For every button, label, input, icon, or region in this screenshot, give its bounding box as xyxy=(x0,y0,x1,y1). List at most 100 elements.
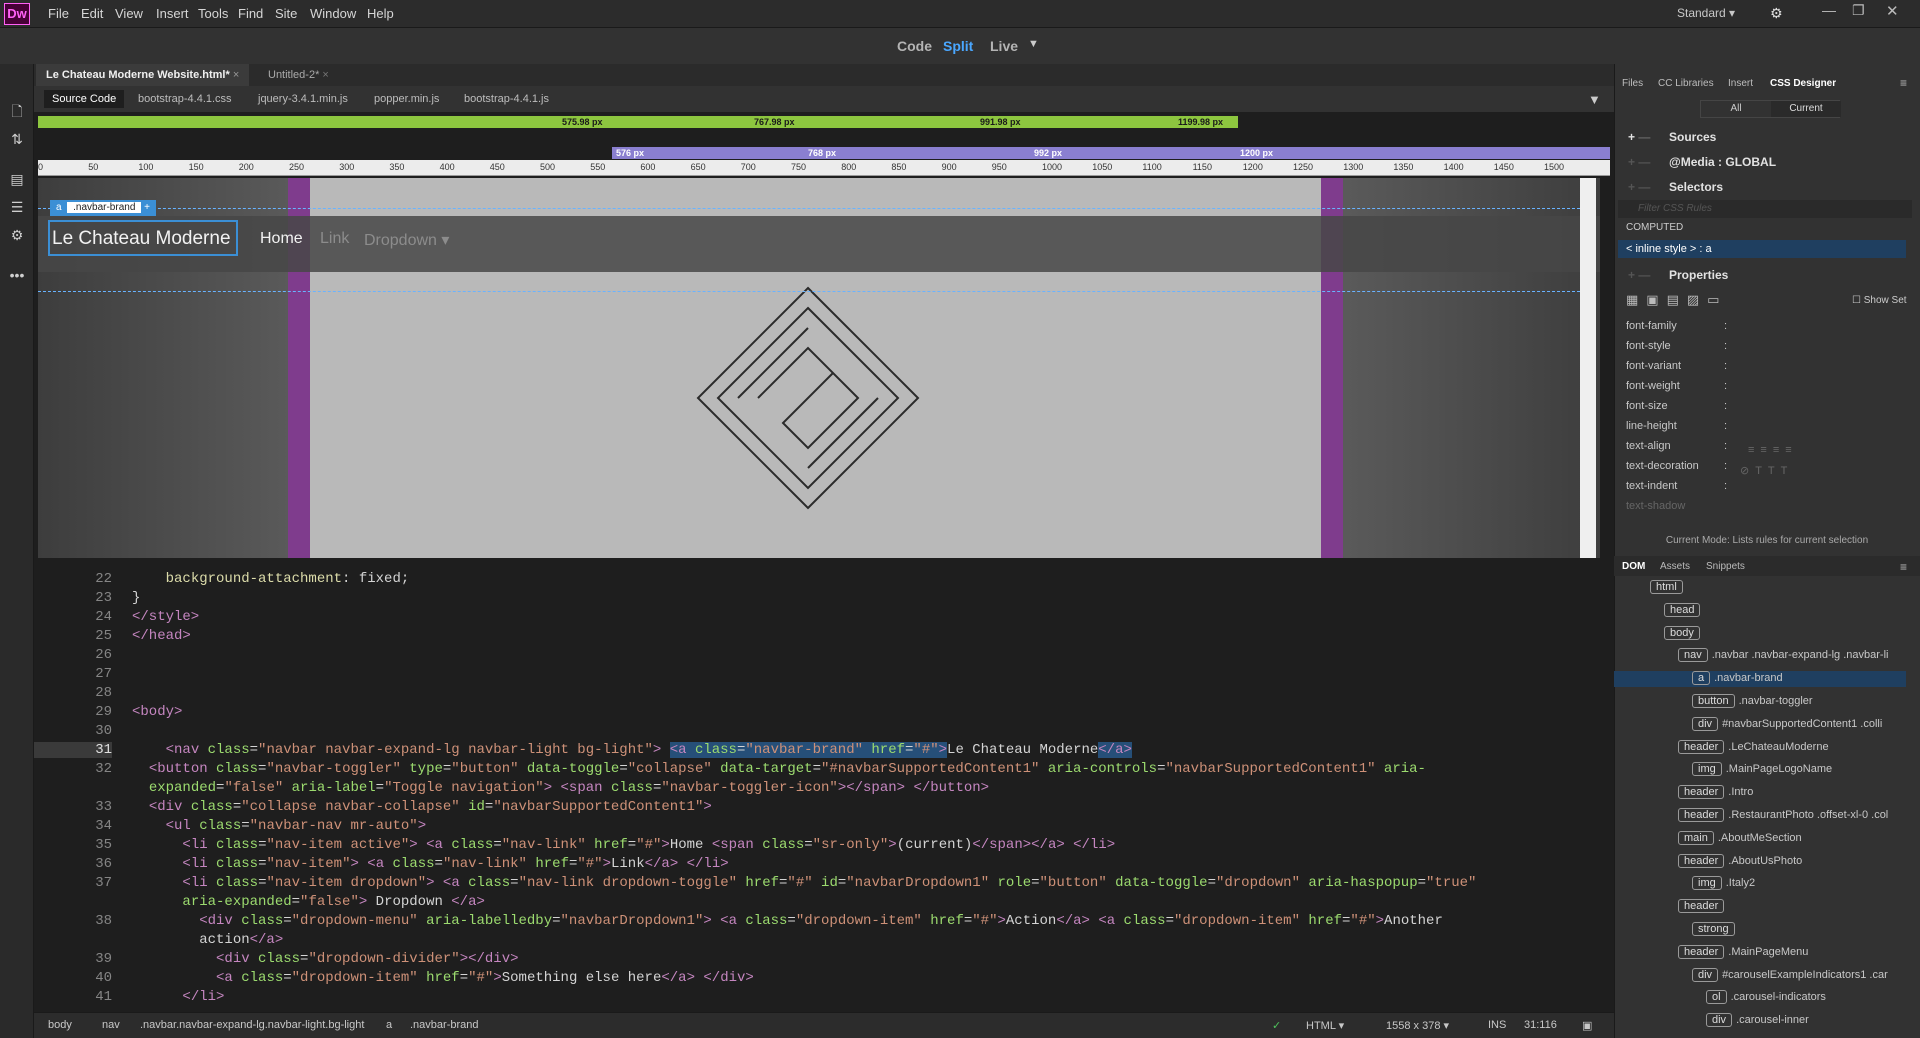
insert-mode[interactable]: INS xyxy=(1488,1019,1506,1031)
restore-icon[interactable]: ❐ xyxy=(1852,2,1865,19)
code-line[interactable]: <li class="nav-item dropdown"> <a class=… xyxy=(132,875,1476,891)
tab-files[interactable]: Files xyxy=(1622,78,1643,89)
tab-document-untitled[interactable]: Untitled-2* × xyxy=(258,64,339,86)
chevron-down-icon[interactable]: ▼ xyxy=(1028,38,1039,50)
media-query-bar-max[interactable] xyxy=(38,116,1238,128)
minimize-icon[interactable]: — xyxy=(1822,2,1836,18)
code-line[interactable]: background-attachment: fixed; xyxy=(132,571,410,587)
filter-icon[interactable]: ▼ xyxy=(1588,92,1601,107)
inspect-icon[interactable]: ▤ xyxy=(8,170,26,188)
gear-icon[interactable]: ⚙ xyxy=(1770,5,1783,22)
tab-snippets[interactable]: Snippets xyxy=(1706,561,1745,572)
dom-node-img[interactable]: img .Italy2 xyxy=(1692,876,1755,892)
property-font-family[interactable]: font-family xyxy=(1626,320,1677,332)
menu-insert[interactable]: Insert xyxy=(156,6,189,21)
dom-node-html[interactable]: html xyxy=(1650,580,1687,596)
code-line[interactable]: <nav class="navbar navbar-expand-lg navb… xyxy=(132,742,1132,758)
property-font-weight[interactable]: font-weight xyxy=(1626,380,1680,392)
code-line[interactable]: </style> xyxy=(132,609,199,625)
property-text-decoration[interactable]: text-decoration xyxy=(1626,460,1699,472)
code-line[interactable]: } xyxy=(132,590,140,606)
tab-assets[interactable]: Assets xyxy=(1660,561,1690,572)
split-view-button[interactable]: Split xyxy=(943,38,973,54)
tab-insert[interactable]: Insert xyxy=(1728,78,1753,89)
dom-node-ol[interactable]: ol .carousel-indicators xyxy=(1706,990,1826,1006)
property-text-shadow[interactable]: text-shadow xyxy=(1626,500,1685,512)
transfer-icon[interactable]: ⇅ xyxy=(8,130,26,148)
property-category-icons[interactable]: ▦▣▤▨▭ xyxy=(1626,292,1727,308)
preview-icon[interactable]: ▣ xyxy=(1582,1019,1592,1032)
property-font-size[interactable]: font-size xyxy=(1626,400,1668,412)
code-line[interactable]: </li> xyxy=(132,989,224,1005)
language-selector[interactable]: HTML ▾ xyxy=(1306,1019,1344,1032)
tab-dom[interactable]: DOM xyxy=(1622,561,1645,572)
tab-css-designer[interactable]: CSS Designer xyxy=(1770,78,1836,89)
dom-node-header[interactable]: header xyxy=(1678,899,1728,915)
selector-inline-style[interactable]: < inline style > : a xyxy=(1618,240,1906,258)
dom-node-header[interactable]: header .MainPageMenu xyxy=(1678,944,1808,961)
panel-menu-icon[interactable]: ≡ xyxy=(1900,76,1907,90)
related-file-bootstrap-css[interactable]: bootstrap-4.4.1.css xyxy=(130,90,240,108)
menu-help[interactable]: Help xyxy=(367,6,394,21)
code-line[interactable]: aria-expanded="false"> Dropdown </a> xyxy=(132,894,484,910)
menu-window[interactable]: Window xyxy=(310,6,356,21)
media-header[interactable]: @Media : GLOBAL xyxy=(1669,155,1776,169)
property-font-style[interactable]: font-style xyxy=(1626,340,1671,352)
dom-node-nav[interactable]: nav .navbar .navbar-expand-lg .navbar-li xyxy=(1678,648,1888,664)
dom-node-body[interactable]: body xyxy=(1664,625,1704,642)
menu-edit[interactable]: Edit xyxy=(81,6,103,21)
nav-link-link[interactable]: Link xyxy=(320,230,349,248)
related-file-popper[interactable]: popper.min.js xyxy=(366,90,447,108)
property-text-align[interactable]: text-align xyxy=(1626,440,1671,452)
nav-link-home[interactable]: Home xyxy=(260,230,303,248)
sources-header[interactable]: Sources xyxy=(1669,130,1716,144)
code-line[interactable]: <button class="navbar-toggler" type="but… xyxy=(132,761,1426,777)
more-icon[interactable]: ••• xyxy=(8,266,26,284)
code-line[interactable]: <div class="collapse navbar-collapse" id… xyxy=(132,799,712,815)
menu-view[interactable]: View xyxy=(115,6,143,21)
code-line[interactable]: <div class="dropdown-menu" aria-labelled… xyxy=(132,913,1443,929)
live-view[interactable]: a .navbar-brand + Le Chateau Moderne Hom… xyxy=(38,178,1600,558)
close-icon[interactable]: ✕ xyxy=(1886,2,1899,20)
dom-node-a[interactable]: a .navbar-brand xyxy=(1614,671,1906,688)
add-media-icon[interactable]: + — xyxy=(1628,155,1650,169)
workspace-switcher[interactable]: Standard ▾ xyxy=(1677,6,1735,20)
dom-node-button[interactable]: button .navbar-toggler xyxy=(1692,694,1813,710)
dom-menu-icon[interactable]: ≡ xyxy=(1900,560,1907,574)
text-align-icons[interactable]: ≡≡≡≡ xyxy=(1748,444,1798,456)
add-property-icon[interactable]: + — xyxy=(1628,268,1650,282)
nav-link-dropdown[interactable]: Dropdown ▾ xyxy=(364,230,449,250)
related-file-jquery[interactable]: jquery-3.4.1.min.js xyxy=(250,90,356,108)
property-line-height[interactable]: line-height xyxy=(1626,420,1677,432)
breadcrumb-item[interactable]: nav xyxy=(102,1019,120,1031)
code-line[interactable]: <div class="dropdown-divider"></div> xyxy=(132,951,518,967)
filter-css-input[interactable]: Filter CSS Rules xyxy=(1618,200,1912,218)
breadcrumb-item[interactable]: body xyxy=(48,1019,72,1031)
format-icon[interactable]: ☰ xyxy=(8,198,26,216)
tab-document-main[interactable]: Le Chateau Moderne Website.html* × xyxy=(36,64,250,86)
dom-node-header[interactable]: header .AboutUsPhoto xyxy=(1678,853,1802,870)
show-set-checkbox[interactable]: ☐ Show Set xyxy=(1852,295,1907,306)
file-icon[interactable]: 🗋 xyxy=(8,102,26,120)
text-decoration-icons[interactable]: ⊘TTT xyxy=(1740,464,1793,477)
code-line[interactable]: <li class="nav-item"> <a class="nav-link… xyxy=(132,856,728,872)
dom-node-header[interactable]: header .RestaurantPhoto .offset-xl-0 .col xyxy=(1678,808,1888,824)
code-line[interactable]: action</a> xyxy=(132,932,283,948)
add-selector-icon[interactable]: + — xyxy=(1628,180,1650,194)
all-button[interactable]: All xyxy=(1701,101,1771,117)
code-line[interactable]: <a class="dropdown-item" href="#">Someth… xyxy=(132,970,754,986)
menu-find[interactable]: Find xyxy=(238,6,263,21)
menu-site[interactable]: Site xyxy=(275,6,297,21)
related-file-source[interactable]: Source Code xyxy=(44,90,125,108)
dom-node-main[interactable]: main .AboutMeSection xyxy=(1678,830,1802,847)
current-button[interactable]: Current xyxy=(1771,101,1841,117)
tab-cc-libraries[interactable]: CC Libraries xyxy=(1658,78,1714,89)
dom-node-div[interactable]: div #carouselExampleIndicators1 .car xyxy=(1692,967,1888,984)
window-size-selector[interactable]: 1558 x 378 ▾ xyxy=(1386,1019,1449,1032)
menu-tools[interactable]: Tools xyxy=(198,6,228,21)
dom-node-div[interactable]: div .carousel-inner xyxy=(1706,1013,1809,1029)
code-line[interactable]: expanded="false" aria-label="Toggle navi… xyxy=(132,780,989,796)
dom-node-header[interactable]: header .LeChateauModerne xyxy=(1678,739,1829,756)
navbar-brand[interactable]: Le Chateau Moderne xyxy=(52,228,231,250)
dom-node-strong[interactable]: strong xyxy=(1692,922,1739,938)
